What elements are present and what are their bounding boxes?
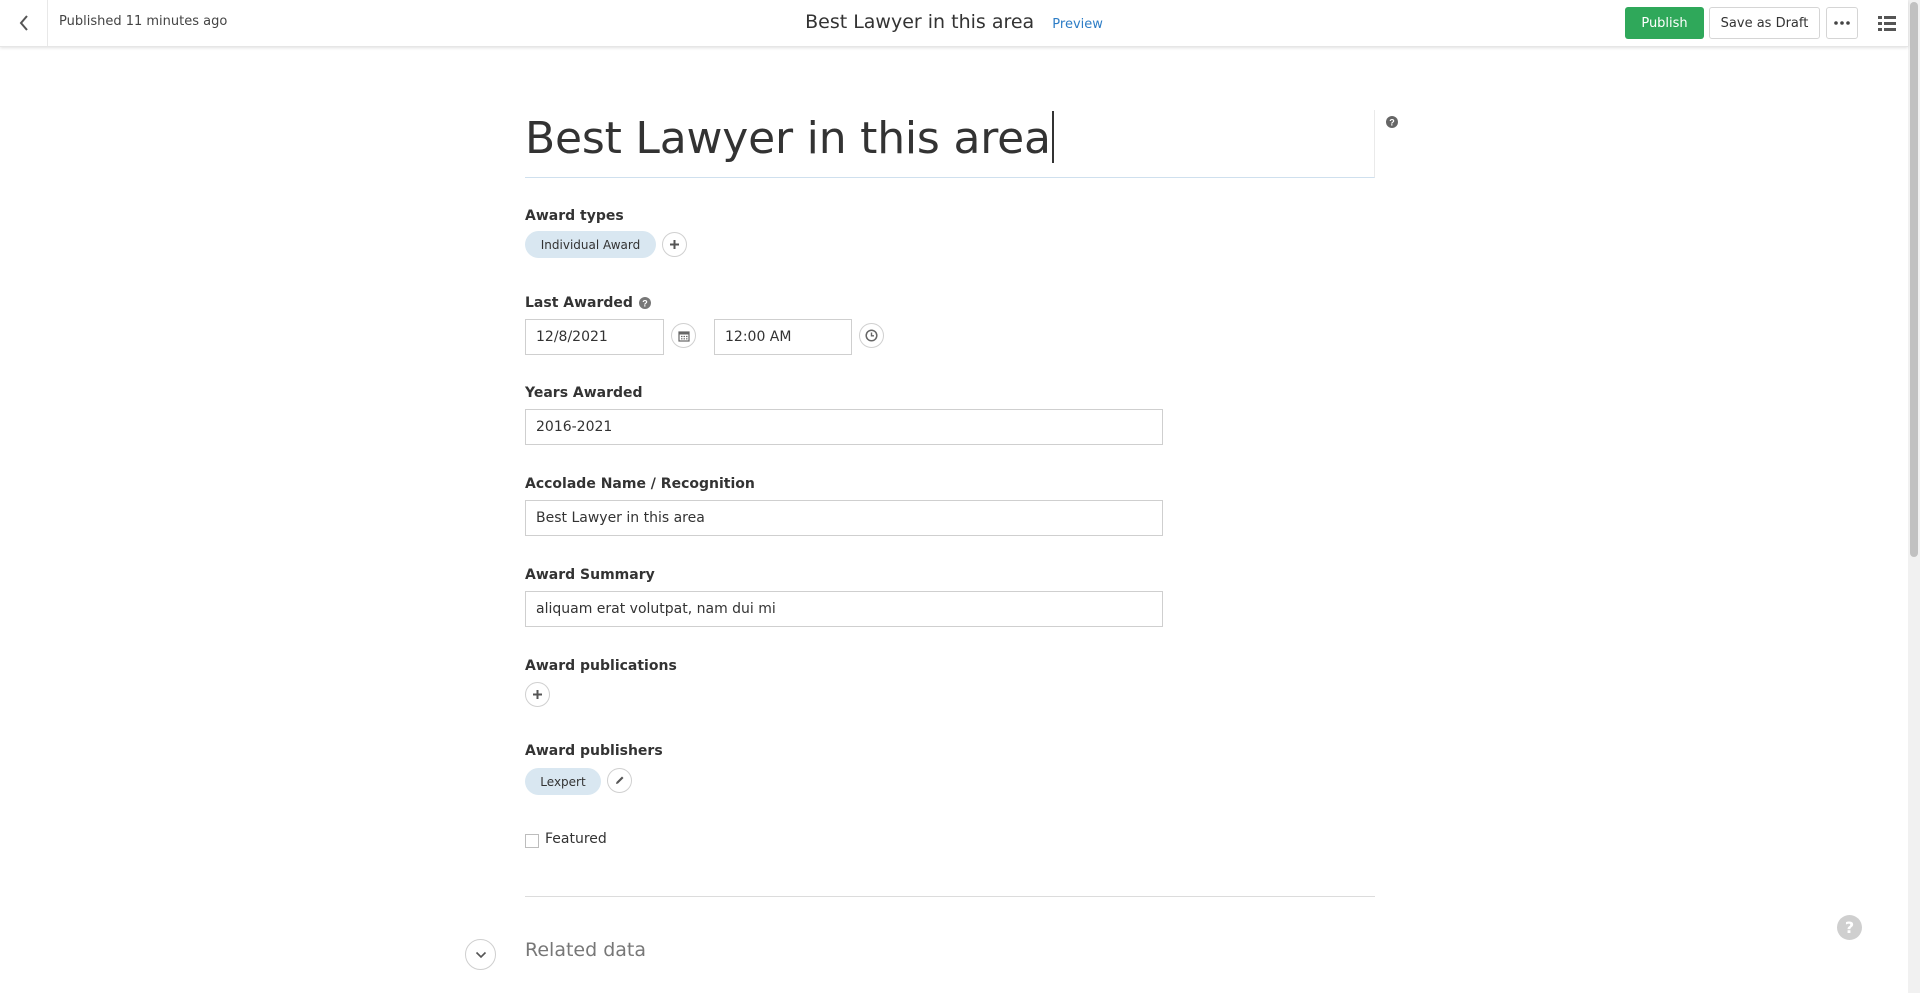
more-button[interactable] bbox=[1826, 7, 1858, 39]
title-input-value: Best Lawyer in this area bbox=[525, 113, 1051, 164]
section-divider bbox=[525, 896, 1375, 897]
related-data-toggle[interactable] bbox=[465, 939, 496, 970]
last-awarded-label: Last Awarded bbox=[525, 295, 633, 311]
publish-button[interactable]: Publish bbox=[1625, 7, 1704, 39]
years-awarded-label: Years Awarded bbox=[525, 385, 643, 401]
svg-text:?: ? bbox=[642, 299, 648, 309]
preview-link[interactable]: Preview bbox=[1052, 17, 1103, 32]
scrollbar[interactable] bbox=[1908, 0, 1920, 993]
publisher-tag[interactable]: Lexpert bbox=[525, 768, 601, 795]
save-draft-button[interactable]: Save as Draft bbox=[1709, 7, 1820, 39]
award-type-tag[interactable]: Individual Award bbox=[525, 231, 656, 258]
clock-button[interactable] bbox=[859, 323, 884, 348]
more-icon bbox=[1834, 21, 1850, 25]
related-data-heading: Related data bbox=[525, 939, 646, 961]
top-bar: Published 11 minutes ago Best Lawyer in … bbox=[0, 0, 1908, 47]
add-award-type-button[interactable] bbox=[662, 232, 687, 257]
plus-icon bbox=[669, 239, 680, 250]
help-icon: ? bbox=[1844, 918, 1855, 937]
calendar-icon bbox=[677, 330, 690, 342]
calendar-button[interactable] bbox=[671, 323, 696, 348]
accolade-name-label: Accolade Name / Recognition bbox=[525, 476, 755, 492]
accolade-name-input[interactable]: Best Lawyer in this area bbox=[525, 500, 1163, 536]
page-title: Best Lawyer in this area bbox=[805, 11, 1035, 33]
edit-publishers-button[interactable] bbox=[607, 768, 632, 793]
help-icon[interactable]: ? bbox=[1386, 116, 1398, 128]
award-summary-input[interactable]: aliquam erat volutpat, nam dui mi bbox=[525, 591, 1163, 627]
add-publication-button[interactable] bbox=[525, 682, 550, 707]
svg-text:?: ? bbox=[1389, 118, 1395, 128]
last-awarded-label-row: Last Awarded ? bbox=[525, 295, 651, 311]
award-publishers-label: Award publishers bbox=[525, 743, 663, 759]
floating-help-button[interactable]: ? bbox=[1837, 915, 1862, 940]
title-input[interactable]: Best Lawyer in this area bbox=[525, 110, 1375, 178]
featured-checkbox[interactable] bbox=[525, 834, 539, 848]
years-awarded-input[interactable]: 2016-2021 bbox=[525, 409, 1163, 445]
chevron-down-icon bbox=[475, 951, 487, 959]
award-publications-label: Award publications bbox=[525, 658, 677, 674]
list-view-button[interactable] bbox=[1872, 9, 1902, 37]
clock-icon bbox=[865, 329, 878, 342]
date-input[interactable]: 12/8/2021 bbox=[525, 319, 664, 355]
help-icon[interactable]: ? bbox=[638, 297, 651, 309]
title-bar: Best Lawyer in this area Preview bbox=[0, 11, 1908, 33]
featured-label: Featured bbox=[545, 831, 607, 847]
award-types-label: Award types bbox=[525, 208, 624, 224]
pencil-icon bbox=[614, 775, 625, 786]
time-input[interactable]: 12:00 AM bbox=[714, 319, 852, 355]
plus-icon bbox=[532, 689, 543, 700]
award-summary-label: Award Summary bbox=[525, 567, 655, 583]
text-caret bbox=[1051, 111, 1054, 163]
scrollbar-thumb[interactable] bbox=[1910, 2, 1918, 557]
list-icon bbox=[1878, 15, 1896, 31]
